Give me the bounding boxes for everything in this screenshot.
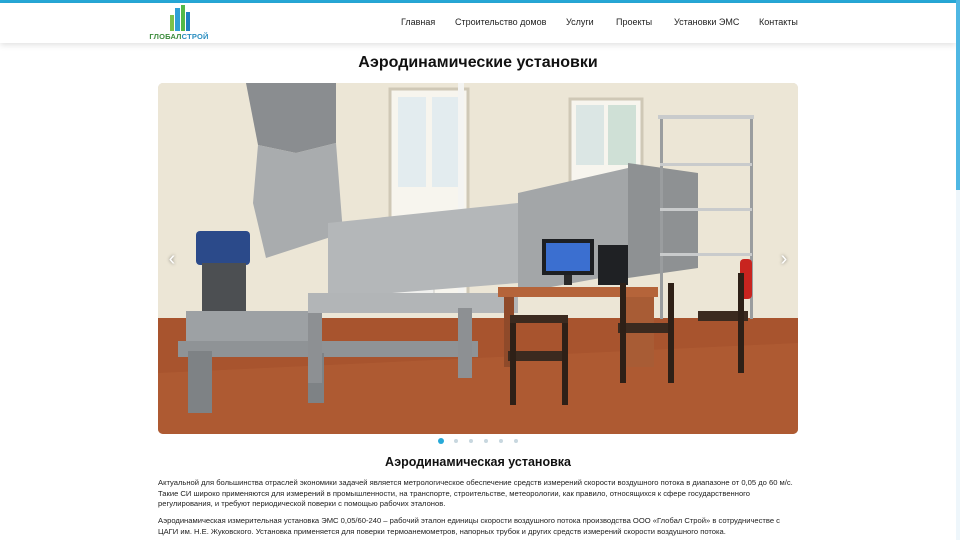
slider-dot-4[interactable] <box>484 439 488 443</box>
logo-text: ГЛОБАЛСТРОЙ <box>143 32 215 41</box>
page-title: Аэродинамические установки <box>358 54 598 71</box>
article-paragraph-2: Аэродинамическая измерительная установка… <box>158 516 780 536</box>
nav-item-services[interactable]: Услуги <box>566 17 594 27</box>
nav-item-home[interactable]: Главная <box>401 17 435 27</box>
nav-item-ems-installations[interactable]: Установки ЭМС <box>674 17 739 27</box>
nav-item-contacts[interactable]: Контакты <box>759 17 798 27</box>
scrollbar-thumb[interactable] <box>956 0 960 190</box>
nav-item-projects[interactable]: Проекты <box>616 17 652 27</box>
slider-dot-5[interactable] <box>499 439 503 443</box>
main-nav: Главная Строительство домов Услуги Проек… <box>0 17 956 33</box>
article-paragraph-1: Актуальной для большинства отраслей экон… <box>158 478 793 508</box>
chevron-left-icon: ‹ <box>168 248 176 270</box>
slider-dot-3[interactable] <box>469 439 473 443</box>
slider-prev-button[interactable]: ‹ <box>162 247 182 271</box>
page-scrollbar[interactable] <box>956 0 960 540</box>
slide-photo <box>158 83 798 434</box>
slider-dot-2[interactable] <box>454 439 458 443</box>
logo-text-part2: СТРОЙ <box>181 32 209 41</box>
article-title: Аэродинамическая установка <box>385 455 571 469</box>
chevron-right-icon: › <box>780 248 788 270</box>
slider-next-button[interactable]: › <box>774 247 794 271</box>
site-header: ГЛОБАЛСТРОЙ Главная Строительство домов … <box>0 3 956 43</box>
image-slider[interactable]: ‹ › <box>158 83 798 434</box>
slider-dot-6[interactable] <box>514 439 518 443</box>
nav-item-house-building[interactable]: Строительство домов <box>455 17 546 27</box>
logo-text-part1: ГЛОБАЛ <box>149 32 182 41</box>
slider-dot-1[interactable] <box>438 438 444 444</box>
